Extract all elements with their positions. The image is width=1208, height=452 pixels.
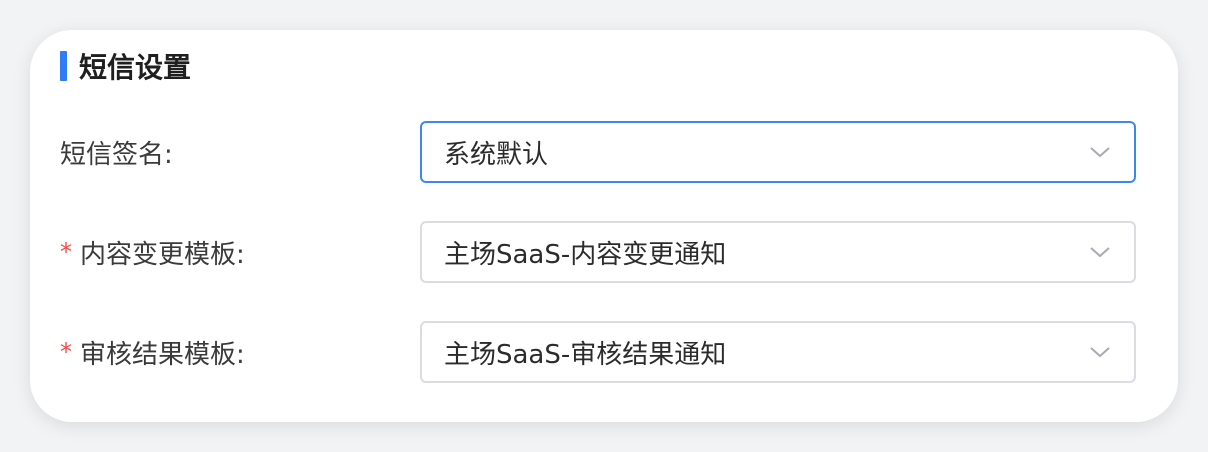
form-row-review-result-template: * 审核结果模板: 主场SaaS-审核结果通知 [60, 321, 1138, 383]
review-result-template-label: * 审核结果模板: [60, 334, 420, 371]
sms-signature-label: 短信签名: [60, 134, 420, 171]
content-change-template-select[interactable]: 主场SaaS-内容变更通知 [420, 221, 1136, 283]
content-change-template-label-text: 内容变更模板: [80, 239, 245, 270]
required-mark: * [60, 238, 72, 266]
review-result-template-label-text: 审核结果模板: [80, 339, 245, 370]
sms-signature-label-text: 短信签名: [60, 139, 173, 170]
sms-signature-select[interactable]: 系统默认 [420, 121, 1136, 183]
content-change-template-value: 主场SaaS-内容变更通知 [444, 239, 727, 270]
section-title: 短信设置 [79, 51, 192, 84]
sms-settings-card: 短信设置 短信签名: 系统默认 * 内容变更模板: 主场SaaS-内容变更通知 [30, 30, 1178, 422]
section-accent-bar [60, 51, 67, 81]
chevron-down-icon [1088, 340, 1112, 364]
chevron-down-icon [1088, 240, 1112, 264]
section-header: 短信设置 [60, 48, 191, 84]
form-row-content-change-template: * 内容变更模板: 主场SaaS-内容变更通知 [60, 221, 1138, 283]
review-result-template-value: 主场SaaS-审核结果通知 [444, 339, 727, 370]
required-mark: * [60, 338, 72, 366]
sms-signature-value: 系统默认 [444, 139, 549, 170]
review-result-template-select[interactable]: 主场SaaS-审核结果通知 [420, 321, 1136, 383]
form-row-sms-signature: 短信签名: 系统默认 [60, 121, 1138, 183]
content-change-template-label: * 内容变更模板: [60, 234, 420, 271]
chevron-down-icon [1088, 140, 1112, 164]
